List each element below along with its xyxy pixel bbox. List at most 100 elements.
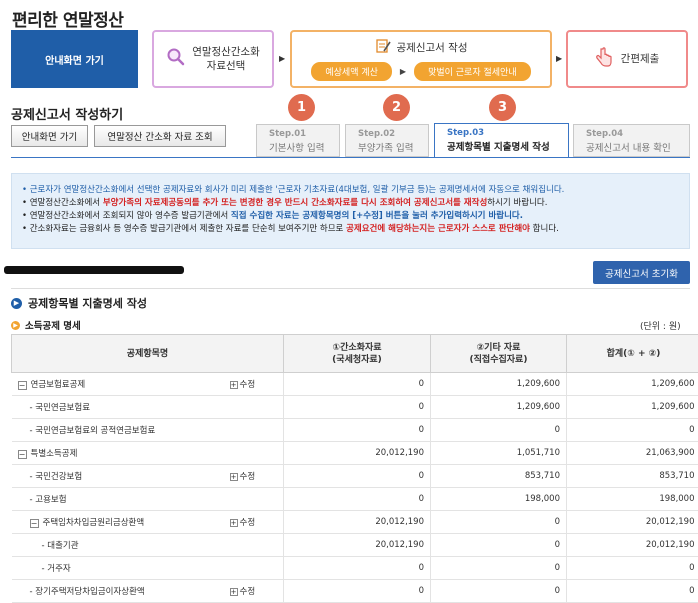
detail-section-title: ▶ 공제항목별 지출명세 작성 <box>11 295 147 311</box>
col-header-line: (국세청자료) <box>284 354 430 366</box>
step-number: Step.01 <box>269 129 339 139</box>
section-title: 공제신고서 작성하기 <box>11 104 123 123</box>
notice-line-4: • 간소화자료는 금융회사 등 영수증 발급기관에서 제출한 자료를 단순히 보… <box>22 223 679 236</box>
table-row: - 국민연금보험료외 공적연금보험료000 <box>12 419 698 442</box>
col-header-line: ②기타 자료 <box>431 342 566 354</box>
row-name: - 국민연금보험료외 공적연금보험료 <box>30 426 156 436</box>
table-row: −특별소득공제20,012,1901,051,71021,063,900 <box>12 442 698 465</box>
plus-icon: + <box>230 519 238 527</box>
table-row: −주택임차차입금원리금상환액+수정20,012,190020,012,190 <box>12 511 698 534</box>
notice-text: 간소화자료는 금융회사 등 영수증 발급기관에서 제출한 자료를 단순히 보여주… <box>30 224 346 234</box>
edit-cell: +수정 <box>224 580 284 603</box>
value-cell-total: 0 <box>567 557 698 580</box>
unit-label: (단위 : 원) <box>640 319 681 332</box>
step-label: 공제항목별 지출명세 작성 <box>447 139 568 153</box>
value-cell-total: 1,209,600 <box>567 373 698 396</box>
tab-step-02[interactable]: Step.02 부양가족 입력 <box>345 124 429 157</box>
plus-icon: + <box>230 588 238 596</box>
row-name: - 고용보험 <box>30 495 67 505</box>
value-cell-total: 20,012,190 <box>567 534 698 557</box>
row-name: 특별소득공제 <box>31 449 78 459</box>
divider <box>11 288 690 289</box>
flow-step1-line1: 연말정산간소화 <box>192 45 260 59</box>
arrow-circle-icon: ▶ <box>11 298 22 309</box>
flow-step-simplified-data[interactable]: 연말정산간소화 자료선택 <box>152 30 274 88</box>
collapse-toggle-icon[interactable]: − <box>18 450 27 459</box>
reset-form-button[interactable]: 공제신고서 초기화 <box>593 261 690 284</box>
col-header-simplified: ①간소화자료 (국세청자료) <box>284 335 431 373</box>
step-badge-1: 1 <box>288 94 315 121</box>
notice-emphasis: 공제요건에 해당하는지는 근로자가 스스로 판단해야 <box>346 224 530 234</box>
notice-line-2: • 연말정산간소화에서 부양가족의 자료제공동의를 추가 또는 변경한 경우 반… <box>22 197 679 210</box>
row-name: 연금보험료공제 <box>31 380 86 390</box>
value-cell-total: 853,710 <box>567 465 698 488</box>
row-name-cell: - 대출기관 <box>12 534 224 557</box>
table-row: - 국민연금보험료01,209,6001,209,600 <box>12 396 698 419</box>
value-cell-v1: 0 <box>284 419 431 442</box>
flow-arrow-icon: ▶ <box>556 54 562 63</box>
value-cell-total: 0 <box>567 419 698 442</box>
value-cell-total: 20,012,190 <box>567 511 698 534</box>
flow-step3-label: 간편제출 <box>621 52 660 66</box>
col-header-line: (직접수집자료) <box>431 354 566 366</box>
step-badge-2: 2 <box>383 94 410 121</box>
value-cell-v1: 0 <box>284 580 431 603</box>
value-cell-v2: 1,209,600 <box>431 396 567 419</box>
col-header-item: 공제항목명 <box>12 335 284 373</box>
row-name-cell: −특별소득공제 <box>12 442 224 465</box>
edit-cell <box>224 396 284 419</box>
tab-step-01[interactable]: Step.01 기본사항 입력 <box>256 124 340 157</box>
table-row: - 국민건강보험+수정0853,710853,710 <box>12 465 698 488</box>
edit-cell <box>224 534 284 557</box>
edit-cell <box>224 419 284 442</box>
edit-button[interactable]: +수정 <box>230 380 256 390</box>
table-row: - 거주자000 <box>12 557 698 580</box>
value-cell-total: 0 <box>567 580 698 603</box>
step-badge-3: 3 <box>489 94 516 121</box>
row-name-cell: - 국민연금보험료 <box>12 396 224 419</box>
income-deduction-title: ▶ 소득공제 명세 <box>11 318 81 332</box>
collapse-toggle-icon[interactable]: − <box>30 519 39 528</box>
plus-icon: + <box>230 381 238 389</box>
flow-step-simple-submit[interactable]: 간편제출 <box>566 30 688 88</box>
row-name-cell: - 국민연금보험료외 공적연금보험료 <box>12 419 224 442</box>
col-header-line: ①간소화자료 <box>284 342 430 354</box>
value-cell-v2: 198,000 <box>431 488 567 511</box>
notice-emphasis: 부양가족의 자료제공동의를 추가 또는 변경한 경우 반드시 간소화자료를 다시… <box>103 198 487 208</box>
edit-cell: +수정 <box>224 465 284 488</box>
value-cell-v2: 1,051,710 <box>431 442 567 465</box>
row-name-cell: −주택임차차입금원리금상환액 <box>12 511 224 534</box>
plus-icon: + <box>230 473 238 481</box>
guide-home-button[interactable]: 안내화면 가기 <box>11 30 138 88</box>
edit-cell: +수정 <box>224 373 284 396</box>
row-name: - 거주자 <box>42 564 71 574</box>
notice-emphasis: 직접 수집한 자료는 공제항목명의 [+수정] 버튼을 눌러 추가입력하시기 바… <box>231 211 523 221</box>
guide-button[interactable]: 안내화면 가기 <box>11 125 88 147</box>
flow-step-deduction-form: 공제신고서 작성 예상세액 계산 ▶ 맞벌이 근로자 절세안내 <box>290 30 552 88</box>
step-number: Step.03 <box>447 128 568 138</box>
tab-step-03[interactable]: Step.03 공제항목별 지출명세 작성 <box>434 123 569 158</box>
edit-cell <box>224 442 284 465</box>
value-cell-v1: 0 <box>284 488 431 511</box>
edit-button[interactable]: +수정 <box>230 472 256 482</box>
magnifier-icon <box>166 47 186 71</box>
row-name: - 국민건강보험 <box>30 472 83 482</box>
value-cell-total: 198,000 <box>567 488 698 511</box>
edit-label: 수정 <box>240 518 256 528</box>
notice-line-3: • 연말정산간소화에서 조회되지 않아 영수증 발급기관에서 직접 수집한 자료… <box>22 210 679 223</box>
dual-income-guide-button[interactable]: 맞벌이 근로자 절세안내 <box>414 62 531 81</box>
edit-cell <box>224 557 284 580</box>
edit-button[interactable]: +수정 <box>230 518 256 528</box>
tab-step-04[interactable]: Step.04 공제신고서 내용 확인 <box>573 124 690 157</box>
notice-text: 근로자가 연말정산간소화에서 선택한 공제자료와 회사가 미리 제출한 '근로자… <box>30 185 565 195</box>
simplified-data-lookup-button[interactable]: 연말정산 간소화 자료 조회 <box>94 125 226 147</box>
redacted-user-info <box>4 266 184 274</box>
estimated-tax-button[interactable]: 예상세액 계산 <box>311 62 392 81</box>
collapse-toggle-icon[interactable]: − <box>18 381 27 390</box>
document-pen-icon <box>375 38 391 57</box>
value-cell-total: 1,209,600 <box>567 396 698 419</box>
value-cell-v1: 20,012,190 <box>284 442 431 465</box>
pill-arrow-icon: ▶ <box>400 67 406 76</box>
edit-label: 수정 <box>240 380 256 390</box>
row-name: - 대출기관 <box>42 541 79 551</box>
